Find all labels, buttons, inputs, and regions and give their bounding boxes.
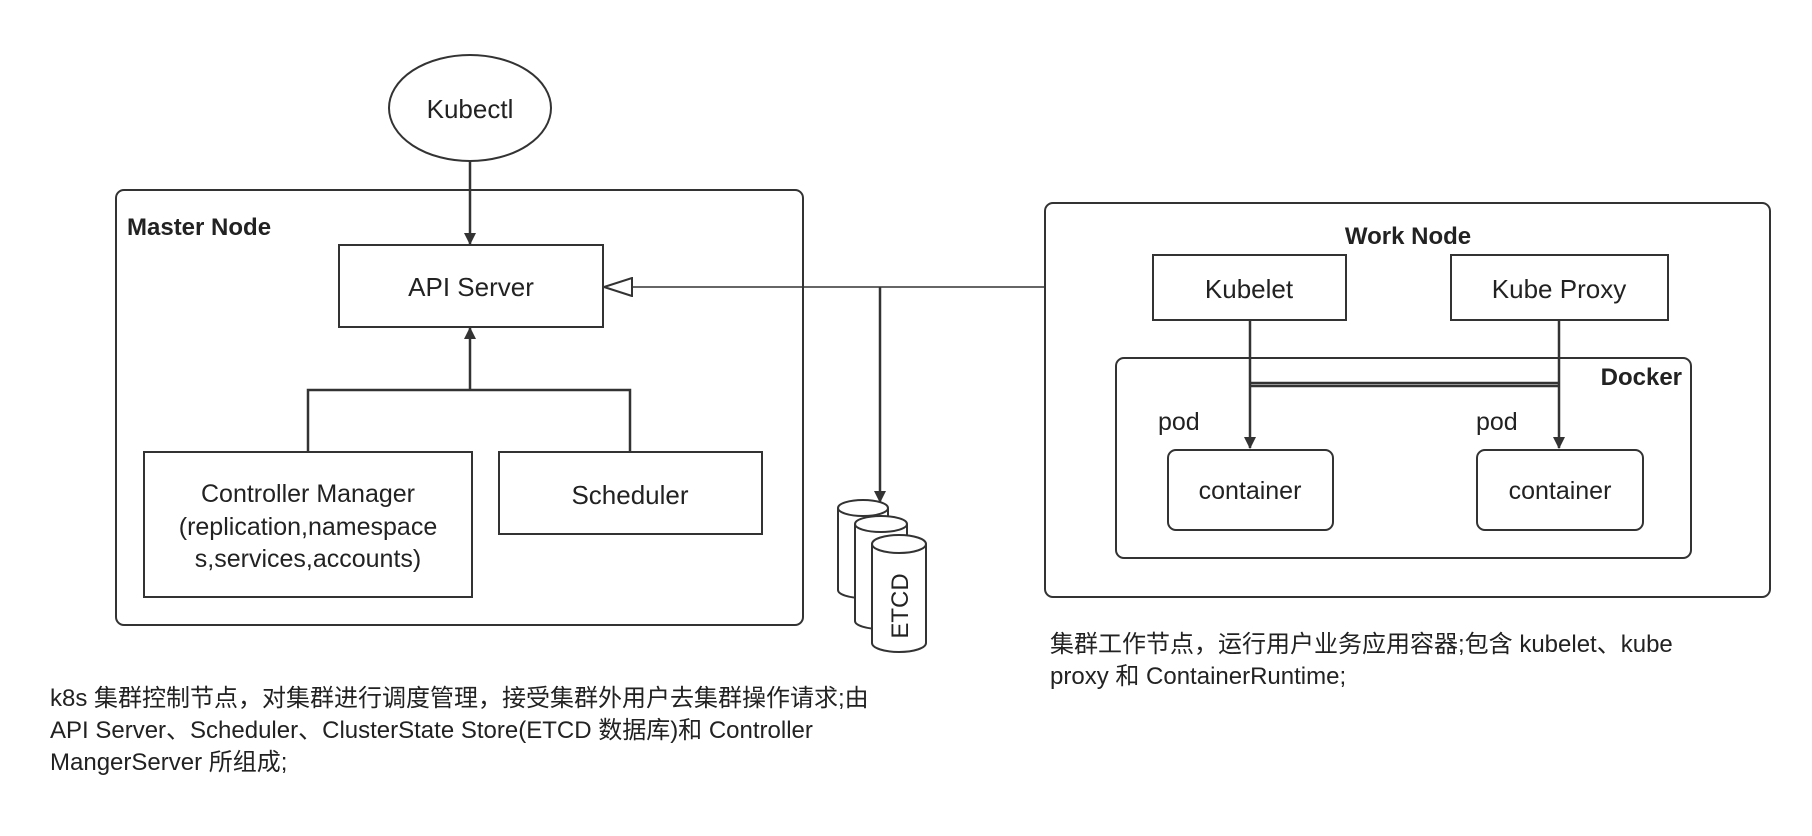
docker-label: Docker: [1601, 364, 1682, 391]
api-server-label: API Server: [408, 272, 534, 302]
etcd-label: ETCD: [887, 573, 914, 638]
master-node-description: k8s 集群控制节点，对集群进行调度管理，接受集群外用户去集群操作请求;由 AP…: [50, 683, 1050, 779]
k8s-architecture-diagram: Kubectl Master Node API Server Controlle…: [0, 0, 1812, 836]
pod-1-container-label: container: [1199, 477, 1302, 505]
work-node-title: Work Node: [1345, 223, 1471, 250]
master-node-title: Master Node: [127, 214, 271, 241]
scheduler-label: Scheduler: [571, 480, 688, 510]
worker-note-line-1: 集群工作节点，运行用户业务应用容器;包含 kubelet、kube: [1050, 631, 1673, 658]
worker-note-line-2: proxy 和 ContainerRuntime;: [1050, 663, 1347, 690]
work-node-description: 集群工作节点，运行用户业务应用容器;包含 kubelet、kube proxy …: [1050, 629, 1790, 693]
kube-proxy-label: Kube Proxy: [1492, 274, 1626, 304]
master-note-line-1: k8s 集群控制节点，对集群进行调度管理，接受集群外用户去集群操作请求;由: [50, 685, 869, 712]
controller-manager-detail-line-2: s,services,accounts): [195, 545, 421, 573]
controller-manager-detail-line-1: (replication,namespace: [179, 513, 437, 541]
master-note-line-2: API Server、Scheduler、ClusterState Store(…: [50, 717, 813, 744]
pod-2-container-label: container: [1509, 477, 1612, 505]
pod-1-label: pod: [1158, 408, 1200, 436]
controller-manager-label: Controller Manager: [201, 480, 415, 508]
kubelet-label: Kubelet: [1205, 274, 1294, 304]
pod-2-label: pod: [1476, 408, 1518, 436]
kubectl-label: Kubectl: [427, 94, 514, 124]
master-note-line-3: MangerServer 所组成;: [50, 749, 288, 776]
